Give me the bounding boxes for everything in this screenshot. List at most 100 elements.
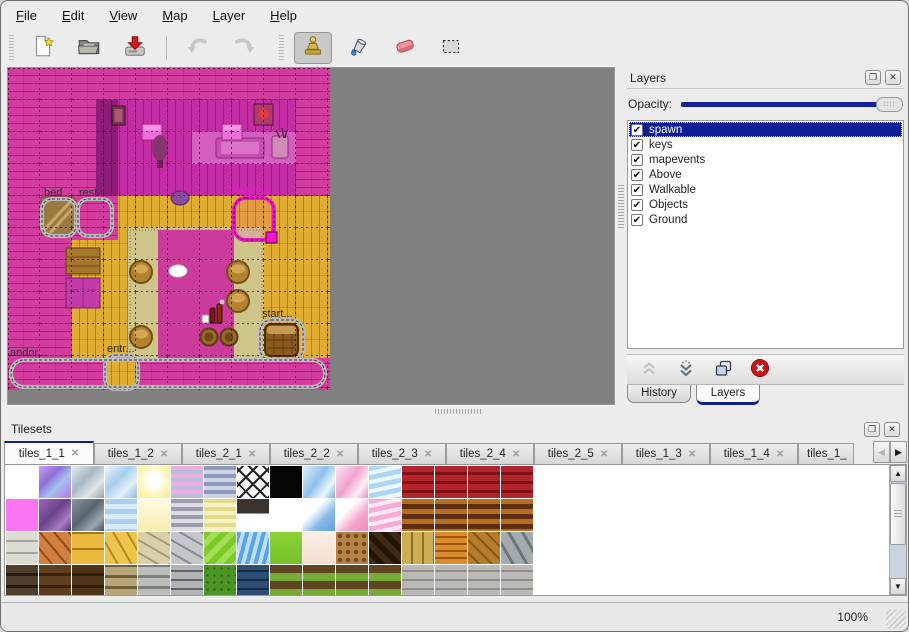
map-layers-splitter[interactable]: [616, 67, 626, 405]
layer-row-keys[interactable]: ✔ keys: [629, 137, 902, 152]
close-tab-icon[interactable]: ✕: [71, 448, 79, 459]
scrollbar-thumb[interactable]: [890, 483, 906, 545]
close-panel-button[interactable]: ✕: [885, 70, 901, 85]
tileset-tab-tiles_2_3[interactable]: tiles_2_3✕: [358, 443, 446, 464]
close-tab-icon[interactable]: ✕: [512, 449, 520, 460]
toolbar-drag-handle[interactable]: [7, 35, 16, 61]
menu-file[interactable]: File: [16, 8, 37, 23]
tileset-tile[interactable]: [72, 466, 104, 498]
tileset-tile[interactable]: [171, 466, 203, 498]
scroll-down-button[interactable]: ▼: [890, 578, 906, 595]
map-tilesets-splitter[interactable]: [1, 405, 908, 417]
map-canvas[interactable]: bed rest mikhail andor... entr... start.…: [7, 67, 615, 405]
tileset-tile[interactable]: [303, 499, 335, 531]
tileset-tile[interactable]: [171, 499, 203, 531]
tileset-tile[interactable]: [468, 532, 500, 564]
layer-row-above[interactable]: ✔ Above: [629, 167, 902, 182]
save-map-button[interactable]: [116, 32, 154, 64]
tileset-tile[interactable]: [237, 532, 269, 564]
tileset-tile[interactable]: [501, 532, 533, 564]
tileset-tile[interactable]: [468, 499, 500, 531]
tileset-tile[interactable]: [39, 532, 71, 564]
tileset-tile[interactable]: [468, 565, 500, 596]
tileset-tile[interactable]: [303, 466, 335, 498]
tileset-tile[interactable]: [72, 532, 104, 564]
layer-visibility-checkbox[interactable]: ✔: [631, 124, 643, 136]
tileset-tile[interactable]: [105, 466, 137, 498]
tileset-tile[interactable]: [237, 565, 269, 596]
lower-layer-button[interactable]: [676, 358, 696, 381]
close-tab-icon[interactable]: ✕: [248, 449, 256, 460]
tileset-tile[interactable]: [402, 532, 434, 564]
tileset-tile[interactable]: [336, 532, 368, 564]
scroll-up-button[interactable]: ▲: [890, 465, 906, 482]
close-tab-icon[interactable]: ✕: [160, 449, 168, 460]
close-tab-icon[interactable]: ✕: [600, 449, 608, 460]
duplicate-layer-button[interactable]: [713, 358, 733, 381]
tileset-tile[interactable]: [336, 565, 368, 596]
tileset-tile[interactable]: [237, 499, 269, 531]
layer-visibility-checkbox[interactable]: ✔: [631, 154, 643, 166]
tileset-tile[interactable]: [138, 499, 170, 531]
float-panel-button[interactable]: ❐: [864, 422, 880, 437]
opacity-slider-track[interactable]: [681, 102, 901, 107]
tileset-tile[interactable]: [435, 466, 467, 498]
tileset-tile[interactable]: [336, 466, 368, 498]
layer-row-spawn[interactable]: ✔ spawn: [629, 122, 902, 137]
tileset-tab-tiles_2_4[interactable]: tiles_2_4✕: [446, 443, 534, 464]
opacity-slider[interactable]: [681, 96, 903, 112]
tileset-tile[interactable]: [6, 466, 38, 498]
tileset-tile[interactable]: [435, 532, 467, 564]
tileset-tile[interactable]: [369, 532, 401, 564]
tileset-tile[interactable]: [105, 565, 137, 596]
tileset-tile[interactable]: [270, 466, 302, 498]
tileset-tile[interactable]: [435, 565, 467, 596]
tileset-tile[interactable]: [39, 466, 71, 498]
close-panel-button[interactable]: ✕: [884, 422, 900, 437]
tileset-tab-tiles_2_5[interactable]: tiles_2_5✕: [534, 443, 622, 464]
tileset-tile[interactable]: [6, 532, 38, 564]
layer-visibility-checkbox[interactable]: ✔: [631, 139, 643, 151]
close-tab-icon[interactable]: ✕: [336, 449, 344, 460]
menu-view[interactable]: View: [109, 8, 137, 23]
tileset-tile[interactable]: [6, 565, 38, 596]
undo-button[interactable]: [179, 32, 217, 64]
close-tab-icon[interactable]: ✕: [688, 449, 696, 460]
tileset-tile[interactable]: [369, 565, 401, 596]
layer-visibility-checkbox[interactable]: ✔: [631, 169, 643, 181]
layer-visibility-checkbox[interactable]: ✔: [631, 184, 643, 196]
close-tab-icon[interactable]: ✕: [776, 449, 784, 460]
tileset-tile[interactable]: [468, 466, 500, 498]
tileset-scrollbar[interactable]: ▲ ▼: [889, 465, 906, 595]
tileset-tile[interactable]: [402, 466, 434, 498]
tileset-tile[interactable]: [6, 499, 38, 531]
tileset-tile[interactable]: [204, 532, 236, 564]
tileset-tile[interactable]: [39, 499, 71, 531]
tileset-tile[interactable]: [138, 532, 170, 564]
tileset-tile[interactable]: [336, 499, 368, 531]
tileset-tile[interactable]: [501, 466, 533, 498]
menu-map[interactable]: Map: [162, 8, 187, 23]
layer-visibility-checkbox[interactable]: ✔: [631, 214, 643, 226]
tileset-tile[interactable]: [237, 466, 269, 498]
tileset-tile[interactable]: [138, 466, 170, 498]
tileset-tile[interactable]: [204, 565, 236, 596]
raise-layer-button[interactable]: [639, 358, 659, 381]
open-map-button[interactable]: [70, 32, 108, 64]
tileset-tile[interactable]: [303, 532, 335, 564]
tileset-tile[interactable]: [369, 499, 401, 531]
bucket-fill-button[interactable]: [340, 32, 378, 64]
layer-row-ground[interactable]: ✔ Ground: [629, 212, 902, 227]
tileset-tile[interactable]: [105, 532, 137, 564]
float-panel-button[interactable]: ❐: [865, 70, 881, 85]
tileset-tab-tiles_2_2[interactable]: tiles_2_2✕: [270, 443, 358, 464]
tileset-tab-tiles_2_1[interactable]: tiles_2_1✕: [182, 443, 270, 464]
tileset-tile[interactable]: [72, 565, 104, 596]
tileset-tab-tiles_1_2[interactable]: tiles_1_2✕: [94, 443, 182, 464]
tileset-tile[interactable]: [72, 499, 104, 531]
new-map-button[interactable]: [24, 32, 62, 64]
redo-button[interactable]: [225, 32, 263, 64]
stamp-brush-button[interactable]: [294, 32, 332, 64]
object-mikhail-selected[interactable]: [234, 198, 277, 243]
rectangular-select-button[interactable]: [432, 32, 470, 64]
